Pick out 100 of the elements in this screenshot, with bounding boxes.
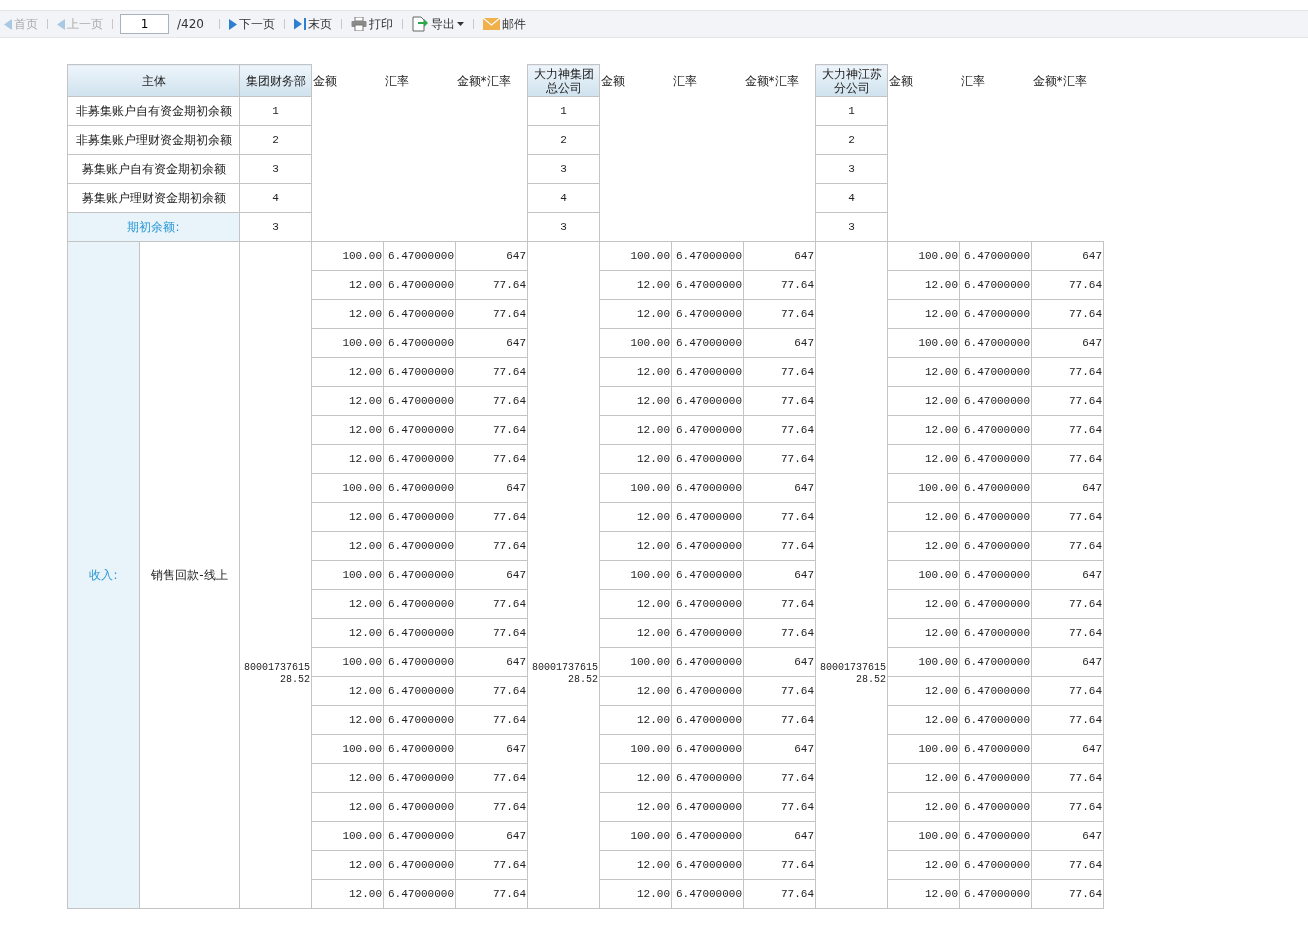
table-cell: 12.00 xyxy=(599,618,672,648)
table-cell: 6.47000000 xyxy=(671,328,744,358)
table-cell: 6.47000000 xyxy=(671,473,744,503)
table-cell: 647 xyxy=(1031,734,1104,764)
table-cell: 6.47000000 xyxy=(383,676,456,706)
table-cell: 6.47000000 xyxy=(959,328,1032,358)
table-cell: 6.47000000 xyxy=(671,270,744,300)
table-cell: 6.47000000 xyxy=(671,241,744,271)
table-cell: 6.47000000 xyxy=(671,676,744,706)
table-cell: 647 xyxy=(1031,473,1104,503)
table-cell: 77.64 xyxy=(1031,357,1104,387)
left-arrow-icon xyxy=(4,18,12,30)
table-cell: 12.00 xyxy=(887,386,960,416)
left-arrow-icon xyxy=(57,18,65,30)
table-cell: 6.47000000 xyxy=(959,502,1032,532)
table-cell: 100.00 xyxy=(887,734,960,764)
table-cell: 6.47000000 xyxy=(671,415,744,445)
column-header: 集团财务部 xyxy=(239,64,312,97)
table-cell: 100.00 xyxy=(311,328,384,358)
table-cell: 2 xyxy=(815,125,888,155)
table-cell: 6.47000000 xyxy=(383,299,456,329)
table-cell: 77.64 xyxy=(1031,850,1104,880)
table-cell: 77.64 xyxy=(1031,531,1104,561)
table-cell: 12.00 xyxy=(887,270,960,300)
table-cell: 100.00 xyxy=(887,473,960,503)
envelope-icon xyxy=(482,18,500,30)
table-cell: 77.64 xyxy=(1031,299,1104,329)
page-number-field[interactable]: 1 xyxy=(120,14,169,34)
table-cell: 12.00 xyxy=(599,763,672,793)
table-cell: 3 xyxy=(815,212,888,242)
table-cell: 12.00 xyxy=(887,415,960,445)
table-cell: 6.47000000 xyxy=(959,705,1032,735)
table-cell: 77.64 xyxy=(1031,589,1104,619)
column-header: 金额 xyxy=(311,64,384,97)
next-button[interactable]: 下一页 xyxy=(226,15,277,33)
table-cell: 6.47000000 xyxy=(959,618,1032,648)
table-cell: 12.00 xyxy=(599,531,672,561)
category-label: 销售回款-线上 xyxy=(139,241,240,909)
table-cell: 77.64 xyxy=(1031,386,1104,416)
table-cell: 77.64 xyxy=(1031,879,1104,909)
table-cell: 12.00 xyxy=(599,879,672,909)
export-button[interactable]: 导出 xyxy=(409,15,466,33)
table-cell: 12.00 xyxy=(887,589,960,619)
table-cell: 6.47000000 xyxy=(383,618,456,648)
table-cell: 6.47000000 xyxy=(959,473,1032,503)
table-cell: 6.47000000 xyxy=(959,821,1032,851)
column-header: 金额 xyxy=(599,64,672,97)
table-cell: 12.00 xyxy=(599,270,672,300)
table-cell: 6.47000000 xyxy=(671,879,744,909)
table-cell: 77.64 xyxy=(1031,502,1104,532)
table-cell: 12.00 xyxy=(599,502,672,532)
table-cell: 6.47000000 xyxy=(383,531,456,561)
table-cell: 6.47000000 xyxy=(671,618,744,648)
table-cell: 100.00 xyxy=(311,241,384,271)
table-cell: 12.00 xyxy=(311,792,384,822)
table-cell: 6.47000000 xyxy=(959,734,1032,764)
table-cell: 6.47000000 xyxy=(959,299,1032,329)
table-cell: 77.64 xyxy=(1031,676,1104,706)
table-cell: 2 xyxy=(527,125,600,155)
table-cell: 100.00 xyxy=(887,328,960,358)
print-button[interactable]: 打印 xyxy=(348,15,395,33)
table-cell: 12.00 xyxy=(599,792,672,822)
table-cell: 6.47000000 xyxy=(383,850,456,880)
table-cell: 12.00 xyxy=(887,850,960,880)
table-cell: 6.47000000 xyxy=(959,647,1032,677)
table-cell: 6.47000000 xyxy=(671,589,744,619)
table-cell: 6.47000000 xyxy=(959,589,1032,619)
table-cell: 6.47000000 xyxy=(959,560,1032,590)
table-cell: 100.00 xyxy=(311,560,384,590)
last-button[interactable]: 末页 xyxy=(291,15,334,33)
table-cell: 12.00 xyxy=(311,589,384,619)
table-cell: 3 xyxy=(527,154,600,184)
table-cell: 8000173761528.52 xyxy=(815,241,888,909)
table-cell: 12.00 xyxy=(311,270,384,300)
table-cell: 12.00 xyxy=(599,705,672,735)
table-cell: 100.00 xyxy=(887,560,960,590)
table-cell: 12.00 xyxy=(311,299,384,329)
table-cell: 6.47000000 xyxy=(383,879,456,909)
table-cell: 6.47000000 xyxy=(383,792,456,822)
table-cell: 12.00 xyxy=(311,618,384,648)
table-cell: 100.00 xyxy=(599,647,672,677)
mail-button[interactable]: 邮件 xyxy=(480,15,528,33)
row-label: 非募集账户理财资金期初余额 xyxy=(67,125,240,155)
table-cell: 100.00 xyxy=(599,734,672,764)
table-cell: 100.00 xyxy=(887,241,960,271)
table-cell: 8000173761528.52 xyxy=(239,241,312,909)
table-cell: 100.00 xyxy=(311,821,384,851)
table-cell: 6.47000000 xyxy=(671,502,744,532)
table-cell: 100.00 xyxy=(599,328,672,358)
table-cell: 647 xyxy=(1031,560,1104,590)
table-cell: 3 xyxy=(239,212,312,242)
caret-icon xyxy=(456,22,464,26)
table-cell: 3 xyxy=(527,212,600,242)
table-cell: 647 xyxy=(743,241,816,271)
table-cell: 12.00 xyxy=(311,502,384,532)
table-cell: 6.47000000 xyxy=(383,821,456,851)
table-cell: 6.47000000 xyxy=(671,850,744,880)
table-cell: 6.47000000 xyxy=(671,299,744,329)
table-cell: 12.00 xyxy=(887,618,960,648)
table-cell: 6.47000000 xyxy=(959,763,1032,793)
